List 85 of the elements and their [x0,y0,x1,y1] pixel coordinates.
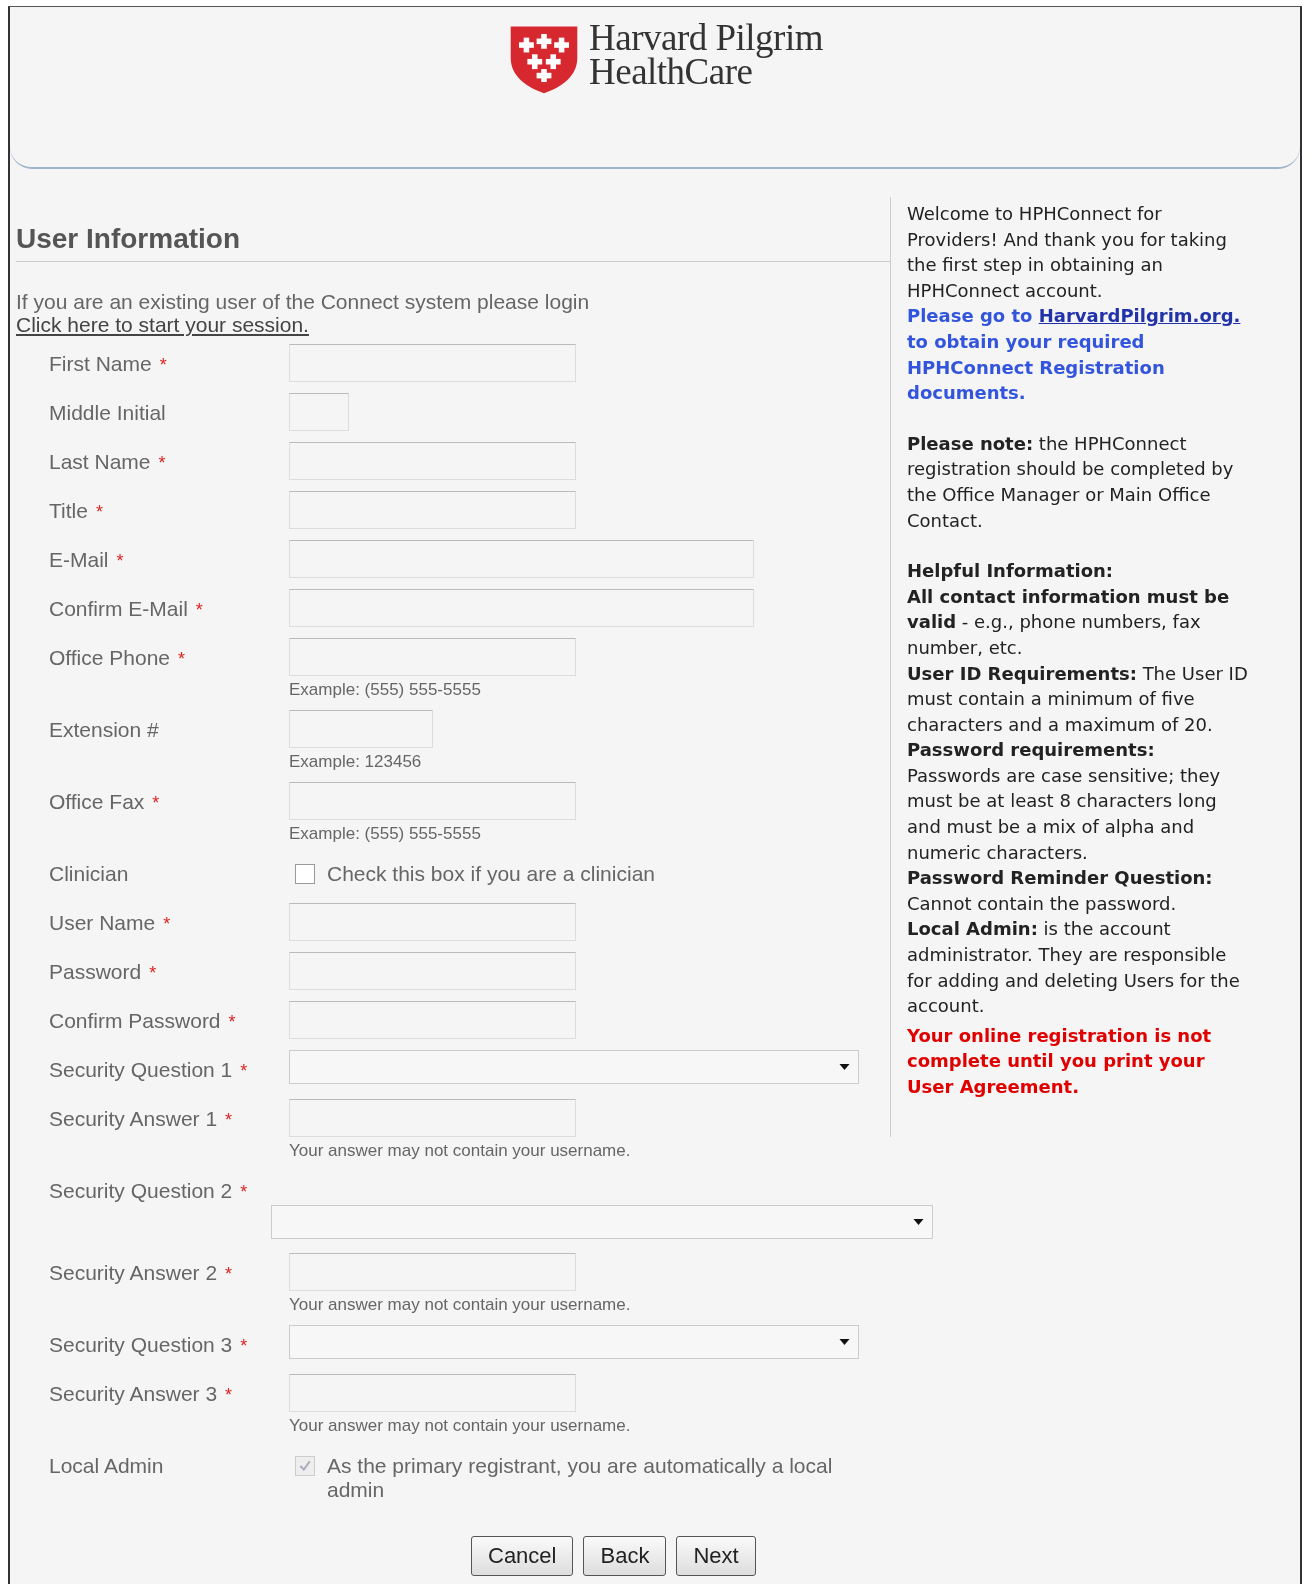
info-paragraph: User ID Requirements: The User ID must contain a minimum of five characters and a maximum of 20. [907,661,1249,737]
required-marker: * [225,1264,233,1284]
field-label: Security Question 3 [49,1333,233,1356]
required-marker: * [152,793,160,813]
field-label: Security Answer 1 [49,1107,218,1130]
warning-text: Your online registration is not complete until you print your User Agreement. [907,1023,1213,1099]
text-field[interactable] [289,540,754,578]
logo-wordmark: Harvard Pilgrim HealthCare [589,21,823,89]
field-label: Confirm E-Mail [49,597,188,620]
text-field[interactable] [289,638,576,676]
field-label: User Name [49,911,156,934]
field-label: Office Fax [49,790,145,813]
info-paragraph: Password Reminder Question: Cannot contain the password. [907,866,1214,916]
info-paragraph: Password requirements: Passwords are case sensitive; they must be at least 8 characters long and must be a mix of alpha and numeric characters. [907,738,1222,865]
intro-text: If you are an existing user of the Connect system please login Click here to start your session. [16,290,591,336]
required-marker: * [149,963,157,983]
dropdown-field[interactable] [271,1205,933,1239]
required-marker: * [159,355,167,375]
text-field[interactable] [289,782,576,820]
caret-icon [913,1219,924,1225]
field-hint: Example: (555) 555-5555 [289,680,482,700]
info-paragraph: Welcome to HPHConnect for Providers! And thank you for taking the first step in obtaining an HPHConnect account. [907,202,1228,303]
required-marker: * [240,1336,248,1356]
field-label: First Name [49,352,152,375]
text-field[interactable] [289,393,349,431]
caret-icon [839,1064,850,1070]
form-button[interactable]: Next [676,1536,756,1576]
checkbox[interactable] [295,864,315,884]
required-marker: * [225,1110,233,1130]
form-button[interactable]: Back [583,1536,667,1576]
website-link[interactable]: HarvardPilgrim.org. [1038,305,1241,327]
info-paragraph: Local Admin: is the account administrator. They are responsible for adding and deleting Users for the account. [907,917,1241,1019]
field-hint: Your answer may not contain your username. [289,1295,632,1315]
text-field[interactable] [289,1001,576,1039]
field-label: Confirm Password [49,1009,221,1032]
checkbox-label: As the primary registrant, you are automatically a local admin [327,1454,834,1502]
field-label: Security Question 1 [49,1058,233,1081]
field-label: Last Name [49,450,151,473]
required-marker: * [240,1182,248,1202]
text-field[interactable] [289,903,576,941]
field-hint: Your answer may not contain your username. [289,1416,632,1436]
text-field[interactable] [289,344,576,382]
section-title: User Information [16,223,890,262]
required-marker: * [228,1012,236,1032]
required-marker: * [195,600,203,620]
caret-icon [839,1339,850,1345]
field-hint: Your answer may not contain your username. [289,1141,632,1161]
form-button[interactable]: Cancel [471,1536,574,1576]
text-field[interactable] [289,1099,576,1137]
info-paragraph: Please go to HarvardPilgrim.org. to obtain your required HPHConnect Registration documents. [907,304,1242,406]
login-link[interactable]: Click here to start your session. [16,313,309,336]
field-label: Title [49,499,88,522]
field-label: Password [49,960,142,983]
field-label: Security Question 2 [49,1179,233,1202]
required-marker: * [225,1385,233,1405]
field-hint: Example: (555) 555-5555 [289,824,482,844]
field-label: Office Phone [49,646,171,669]
text-field[interactable] [289,589,754,627]
text-field[interactable] [289,710,433,748]
field-label: Local Admin [49,1454,164,1477]
text-field[interactable] [289,442,576,480]
checkmark-icon [298,1459,312,1473]
field-label: Extension # [49,718,159,741]
text-field[interactable] [289,491,576,529]
text-field[interactable] [289,952,576,990]
field-label: E-Mail [49,548,109,571]
info-paragraph: Please note: the HPHConnect registration should be completed by the Office Manager or Main Office Contact. [907,431,1235,533]
dropdown-field[interactable] [289,1325,859,1359]
field-label: Clinician [49,862,129,885]
text-field[interactable] [289,1253,576,1291]
field-label: Security Answer 3 [49,1382,218,1405]
field-hint: Example: 123456 [289,752,423,772]
info-heading: Helpful Information: [907,559,1115,584]
required-marker: * [240,1061,248,1081]
info-paragraph: All contact information must be valid - e.g., phone numbers, fax number, etc. [907,584,1231,660]
required-marker: * [95,502,103,522]
text-field[interactable] [289,1374,576,1412]
field-label: Middle Initial [49,401,166,424]
checkbox-label: Check this box if you are a clinician [327,862,655,886]
required-marker: * [116,551,124,571]
required-marker: * [158,453,166,473]
required-marker: * [178,649,186,669]
field-label: Security Answer 2 [49,1261,218,1284]
dropdown-field[interactable] [289,1050,859,1084]
required-marker: * [163,914,171,934]
